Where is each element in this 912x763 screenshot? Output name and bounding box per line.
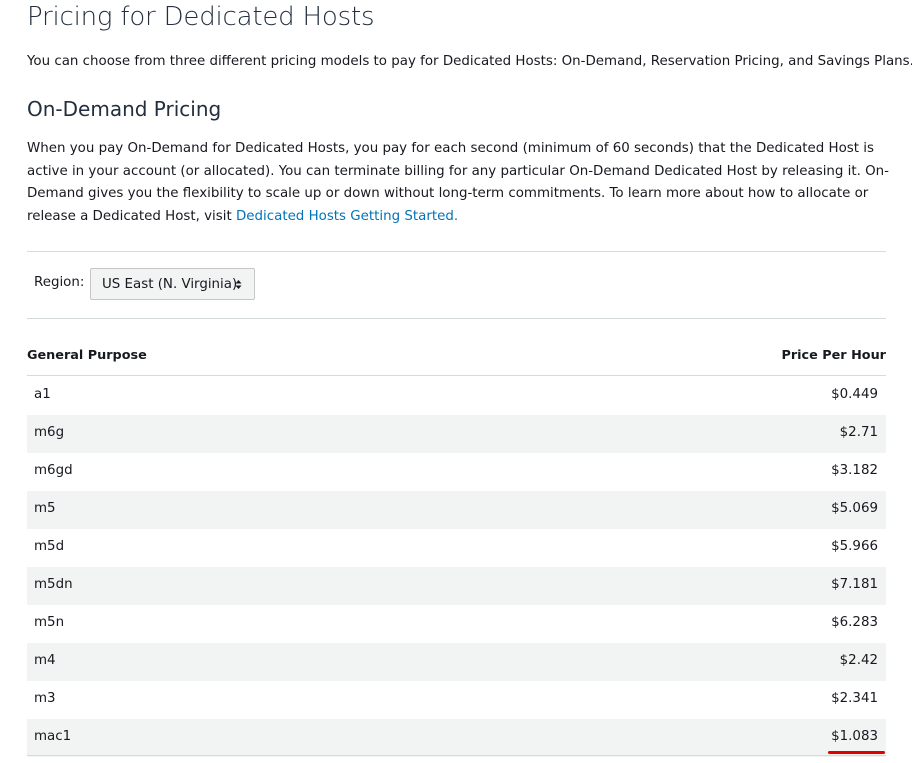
instance-price: $2.71 (839, 425, 878, 440)
pricing-table: a1 $0.449 m6g $2.71 m6gd $3.182 m5 $5.06… (27, 377, 886, 757)
table-row: a1 $0.449 (27, 377, 886, 415)
table-bottom-border (27, 755, 886, 756)
instance-name: mac1 (34, 729, 72, 744)
instance-price: $7.181 (831, 577, 878, 592)
instance-name: m5d (34, 539, 65, 554)
column-header-price-per-hour: Price Per Hour (781, 348, 886, 363)
pricing-page: Pricing for Dedicated Hosts You can choo… (0, 0, 912, 763)
instance-name: m5n (34, 615, 65, 630)
instance-name: a1 (34, 387, 51, 402)
getting-started-link[interactable]: Dedicated Hosts Getting Started. (236, 209, 458, 224)
divider (27, 251, 886, 252)
table-row: mac1 $1.083 (27, 719, 886, 757)
instance-price: $1.083 (831, 729, 878, 744)
instance-price: $5.069 (831, 501, 878, 516)
region-selected-value: US East (N. Virginia) (102, 276, 238, 292)
instance-price: $0.449 (831, 387, 878, 402)
table-row: m5d $5.966 (27, 529, 886, 567)
region-select[interactable]: US East (N. Virginia) (90, 268, 255, 300)
instance-price: $2.42 (839, 653, 878, 668)
table-row: m6gd $3.182 (27, 453, 886, 491)
table-row: m6g $2.71 (27, 415, 886, 453)
instance-name: m5 (34, 501, 56, 516)
instance-name: m6gd (34, 463, 73, 478)
instance-price: $5.966 (831, 539, 878, 554)
table-row: m5 $5.069 (27, 491, 886, 529)
instance-name: m5dn (34, 577, 73, 592)
table-row: m4 $2.42 (27, 643, 886, 681)
table-row: m3 $2.341 (27, 681, 886, 719)
instance-name: m4 (34, 653, 56, 668)
instance-price: $6.283 (831, 615, 878, 630)
table-row: m5n $6.283 (27, 605, 886, 643)
page-title: Pricing for Dedicated Hosts (27, 2, 375, 32)
red-underline-annotation (828, 751, 885, 754)
region-label: Region: (34, 275, 85, 290)
intro-text: You can choose from three different pric… (27, 54, 912, 69)
section-title-on-demand: On-Demand Pricing (27, 97, 222, 121)
on-demand-description: When you pay On-Demand for Dedicated Hos… (27, 138, 889, 228)
instance-name: m6g (34, 425, 65, 440)
instance-name: m3 (34, 691, 56, 706)
instance-price: $2.341 (831, 691, 878, 706)
divider (27, 318, 886, 319)
table-header: General Purpose Price Per Hour (27, 346, 886, 376)
instance-price: $3.182 (831, 463, 878, 478)
table-row: m5dn $7.181 (27, 567, 886, 605)
column-header-general-purpose: General Purpose (27, 348, 147, 363)
sort-caret-icon (235, 280, 242, 289)
